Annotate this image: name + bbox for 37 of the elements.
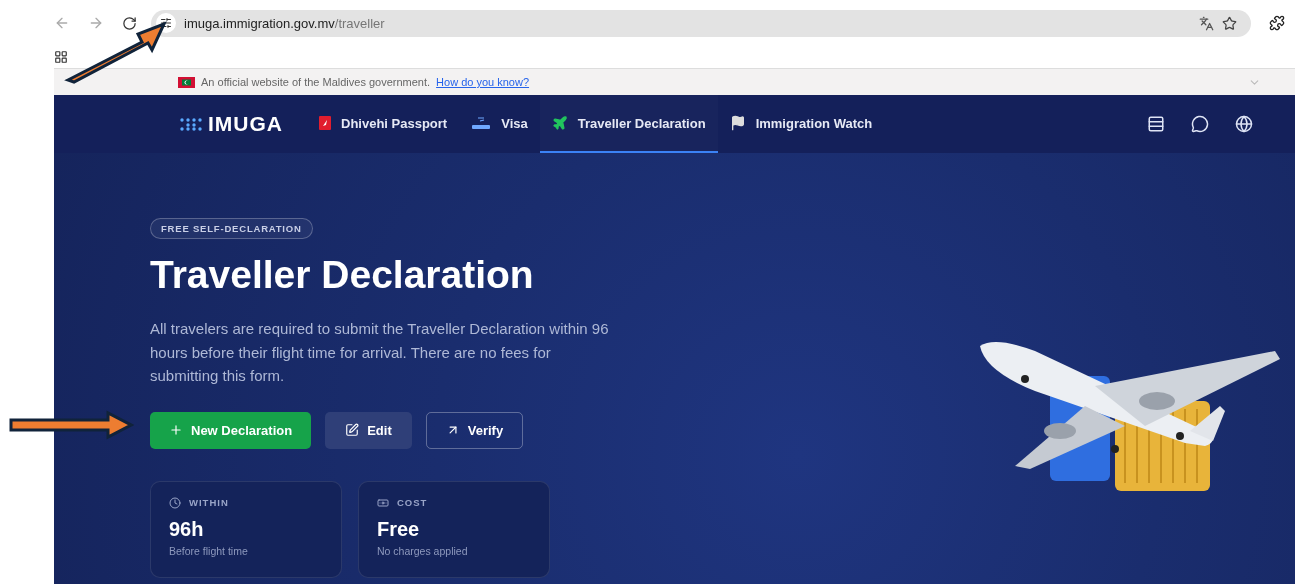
secondary-button[interactable]: Edit xyxy=(325,411,412,449)
logo-dots-icon xyxy=(180,117,202,131)
page-title: Traveller Declaration xyxy=(150,253,534,297)
outline-button[interactable]: Verify xyxy=(425,411,524,449)
nav-tab[interactable]: Immigration Watch xyxy=(717,95,885,153)
logo-text: IMUGA xyxy=(208,112,283,136)
flag-icon xyxy=(729,115,746,131)
language-globe-icon[interactable] xyxy=(1235,115,1253,133)
passport-icon xyxy=(319,116,331,130)
plus-icon xyxy=(169,423,183,437)
free-badge: FREE SELF-DECLARATION xyxy=(150,218,313,239)
card-label: COST xyxy=(397,497,428,508)
description-text: All travelers are required to submit the Traveller Declaration within 96 hours before their flight time for arrival. There are no fees for submitting this form. xyxy=(150,319,610,386)
nav-tab[interactable]: Traveller Declaration xyxy=(539,95,718,153)
card-note: Before flight time xyxy=(169,544,249,557)
official-website-text: An official website of the Maldives government. xyxy=(201,76,431,88)
nav-tab[interactable]: Visa xyxy=(459,95,540,153)
edit-icon xyxy=(345,423,360,437)
banknote-icon xyxy=(377,496,389,509)
chat-icon[interactable] xyxy=(1191,115,1209,133)
how-do-you-know-link[interactable]: How do you know? xyxy=(436,76,530,88)
card-label: WITHIN xyxy=(189,497,229,508)
translate-icon[interactable] xyxy=(1199,15,1214,31)
extensions-icon[interactable] xyxy=(1269,15,1285,31)
bookmark-star-icon[interactable] xyxy=(1222,15,1237,31)
card-note: No charges applied xyxy=(377,544,469,557)
clock-icon xyxy=(169,496,181,509)
card-value: 96h xyxy=(169,517,205,541)
visa-icon xyxy=(471,115,492,131)
reload-button[interactable] xyxy=(122,15,137,31)
maldives-flag-icon xyxy=(178,76,195,88)
address-bar[interactable]: imuga.immigration.gov.mv/traveller xyxy=(151,9,1251,37)
apps-grid-icon[interactable] xyxy=(54,50,68,64)
card-value: Free xyxy=(377,517,421,541)
airplane-icon xyxy=(551,115,568,131)
menu-icon[interactable] xyxy=(1147,115,1165,133)
nav-tab[interactable]: Dhivehi Passport xyxy=(307,95,460,153)
